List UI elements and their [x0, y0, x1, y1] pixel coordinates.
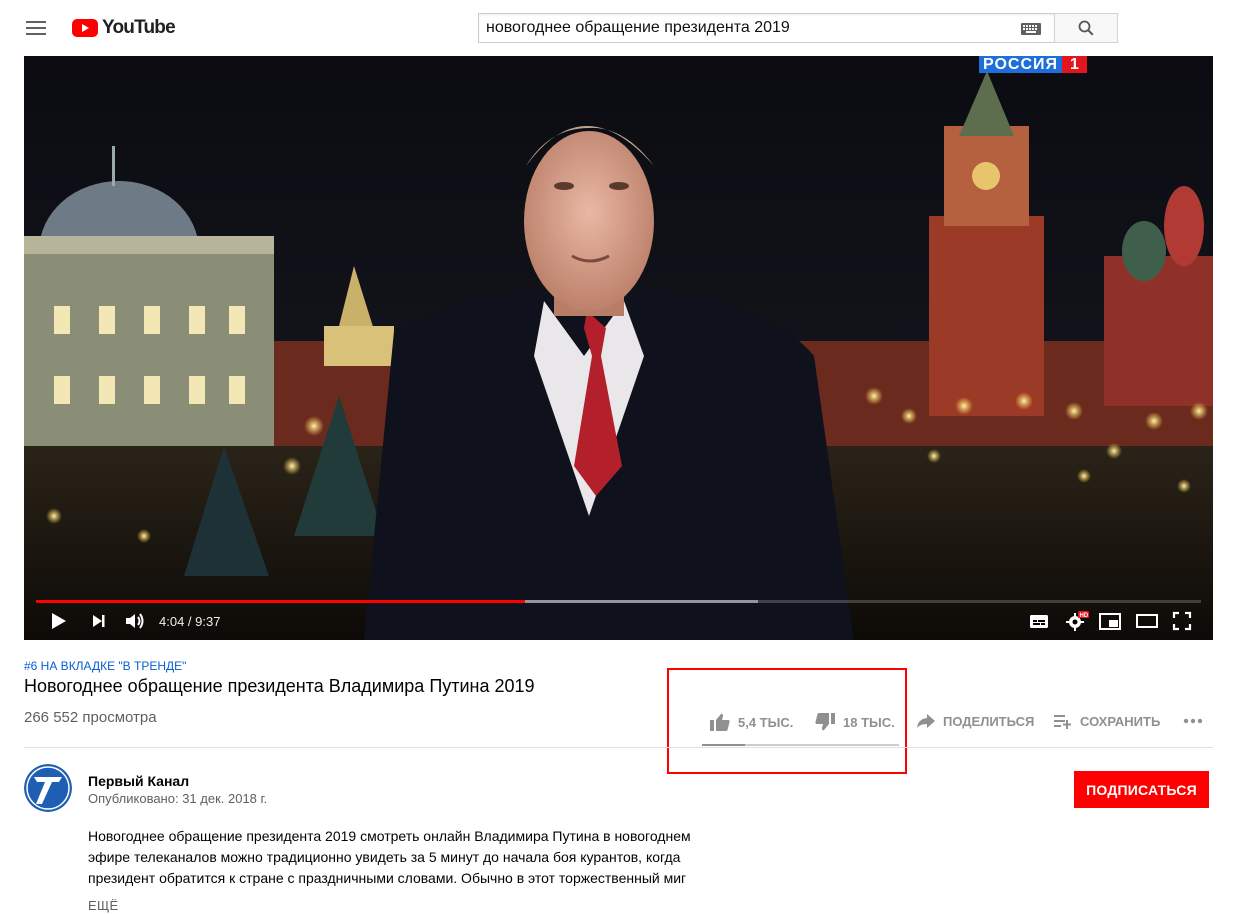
svg-text:HD: HD — [1080, 613, 1089, 619]
share-button[interactable]: ПОДЕЛИТЬСЯ — [916, 712, 1034, 730]
time-display: 4:04 / 9:37 — [159, 614, 221, 629]
masthead: YouTube — [0, 0, 1233, 56]
youtube-wordmark: YouTube — [102, 17, 176, 38]
playlist-add-icon — [1054, 715, 1071, 729]
share-icon — [917, 714, 935, 728]
save-button[interactable]: СОХРАНИТЬ — [1053, 712, 1160, 730]
next-icon[interactable] — [90, 611, 108, 631]
progress-played — [36, 600, 526, 603]
channel-watermark-number: 1 — [1062, 56, 1087, 73]
share-label: ПОДЕЛИТЬСЯ — [943, 713, 1035, 729]
menu-icon[interactable] — [24, 18, 48, 38]
subscribe-button[interactable]: ПОДПИСАТЬСЯ — [1074, 771, 1209, 808]
subtitles-icon[interactable] — [1029, 611, 1049, 631]
play-icon[interactable] — [50, 611, 68, 631]
keyboard-icon[interactable] — [1021, 23, 1041, 35]
channel-watermark: РОССИЯ 1 — [979, 56, 1087, 73]
volume-icon[interactable] — [124, 611, 146, 631]
trending-badge[interactable]: #6 НА ВКЛАДКЕ "В ТРЕНДЕ" — [24, 659, 186, 673]
youtube-logo[interactable]: YouTube — [72, 16, 176, 40]
view-count: 266 552 просмотра — [24, 709, 157, 726]
save-label: СОХРАНИТЬ — [1080, 713, 1161, 729]
video-player[interactable]: РОССИЯ 1 4:04 / 9:37 HD — [24, 56, 1213, 640]
search-input[interactable] — [478, 13, 1054, 43]
fullscreen-icon[interactable] — [1172, 611, 1192, 631]
video-frame — [24, 56, 1213, 640]
divider — [24, 747, 1213, 748]
description-line: президент обратится к стране с праздничн… — [88, 870, 687, 886]
publish-date: Опубликовано: 31 дек. 2018 г. — [88, 791, 268, 806]
channel-name[interactable]: Первый Канал — [88, 773, 189, 789]
description-line: Новогоднее обращение президента 2019 смо… — [88, 828, 691, 844]
search-bar — [478, 13, 1118, 43]
theater-mode-icon[interactable] — [1136, 611, 1158, 631]
search-button[interactable] — [1054, 13, 1118, 43]
settings-icon[interactable]: HD — [1065, 611, 1089, 631]
show-more-button[interactable]: ЕЩЁ — [88, 898, 118, 913]
more-actions-icon[interactable] — [1183, 717, 1203, 725]
channel-watermark-text: РОССИЯ — [979, 56, 1063, 73]
miniplayer-icon[interactable] — [1099, 611, 1121, 631]
description-line: эфире телеканалов можно традиционно увид… — [88, 849, 681, 865]
video-description: Новогоднее обращение президента 2019 смо… — [88, 826, 718, 889]
channel-logo-icon — [24, 764, 72, 812]
channel-avatar[interactable] — [24, 764, 72, 812]
youtube-play-logo-icon — [72, 19, 98, 37]
progress-bar[interactable] — [36, 600, 1201, 603]
video-title: Новогоднее обращение президента Владимир… — [24, 676, 535, 696]
search-icon — [1078, 20, 1094, 36]
highlight-annotation-box — [667, 668, 907, 774]
